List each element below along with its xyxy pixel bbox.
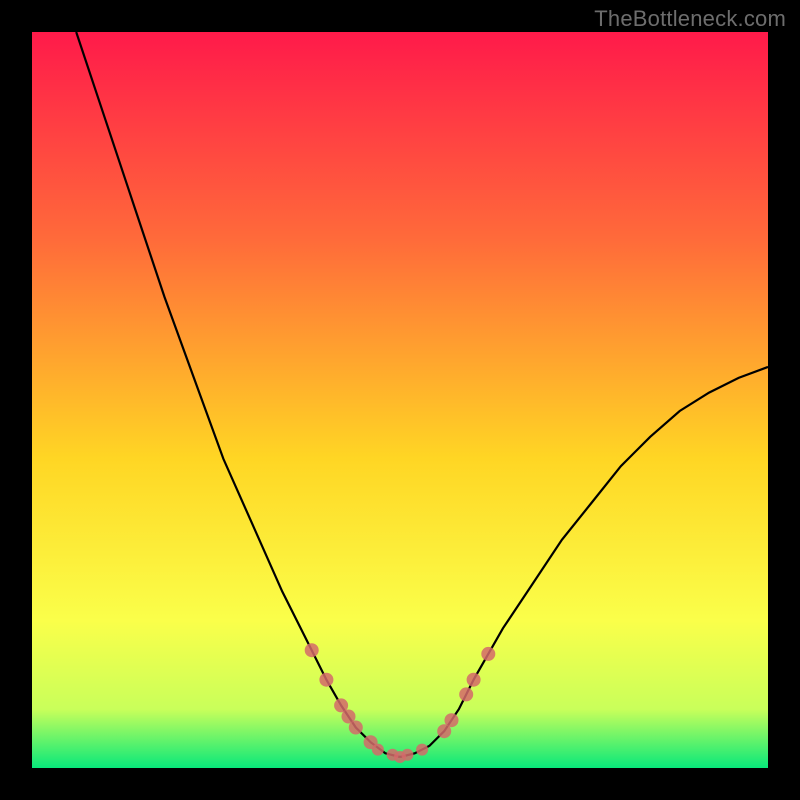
data-marker xyxy=(445,713,459,727)
data-marker xyxy=(319,673,333,687)
data-marker xyxy=(481,647,495,661)
chart-svg xyxy=(32,32,768,768)
plot-area xyxy=(32,32,768,768)
data-marker xyxy=(305,643,319,657)
data-marker xyxy=(401,749,413,761)
gradient-background xyxy=(32,32,768,768)
data-marker xyxy=(349,721,363,735)
data-marker xyxy=(372,744,384,756)
watermark-text: TheBottleneck.com xyxy=(594,6,786,32)
data-marker xyxy=(467,673,481,687)
data-marker xyxy=(459,687,473,701)
outer-frame: TheBottleneck.com xyxy=(0,0,800,800)
data-marker xyxy=(416,744,428,756)
